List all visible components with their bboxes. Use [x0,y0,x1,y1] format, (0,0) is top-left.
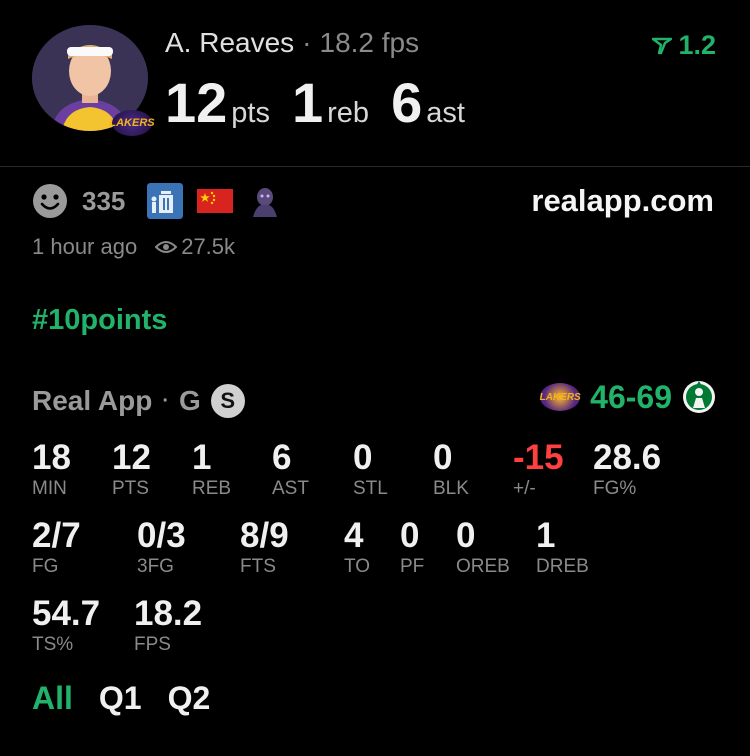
tab-q1[interactable]: Q1 [99,680,142,717]
stat-ast: 6 AST [272,440,309,500]
starter-badge: S [210,384,245,418]
stat-blk: 0 BLK [433,440,469,500]
stat-value: 1 [536,516,556,555]
stat-fts: 8/9 FTS [240,518,289,578]
statline-ast-value: 6 [391,71,423,134]
stat-reb: 1 REB [192,440,231,500]
stat-fg-pct: 28.6 FG% [593,440,661,500]
stat-label: FG% [593,478,637,499]
stat-oreb: 0 OREB [456,518,510,578]
stat-value: 18 [32,438,71,477]
stat-label: FG [32,556,59,577]
stat-label: FPS [134,634,171,655]
stat-stl: 0 STL [353,440,388,500]
stat-label: TO [344,556,371,577]
stat-value: 1 [192,438,212,477]
china-flag-reaction-icon[interactable] [197,183,234,219]
stat-min: 18 MIN [32,440,71,500]
stat-value: -15 [513,438,564,477]
stat-value: 0 [353,438,373,477]
stats-source-row: Real App · G S [32,384,245,418]
stat-pts: 12 PTS [112,440,151,500]
stat-value: 2/7 [32,516,81,555]
views: 27.5k [155,234,235,260]
period-tabs: All Q1 Q2 [32,680,210,717]
stats-source: Real App [32,385,153,416]
statline-ast-unit: ast [426,97,465,129]
reaction-count[interactable]: 335 [82,186,125,217]
post-meta: 1 hour ago 27.5k [32,234,235,260]
stat-label: MIN [32,478,67,499]
stat-value: 12 [112,438,151,477]
stat-plus-minus: -15 +/- [513,440,564,500]
stat-value: 0/3 [137,516,186,555]
stat-value: 0 [400,516,420,555]
source-site-link[interactable]: realapp.com [531,183,714,219]
stat-ts-pct: 54.7 TS% [32,596,100,656]
score-delta[interactable]: 1.2 [652,30,716,61]
character-reaction-icon[interactable] [247,183,284,219]
stat-label: AST [272,478,309,499]
game-score[interactable]: LAKERS 46-69 [540,378,716,416]
separator-dot: · [302,27,312,58]
hashtag-link[interactable]: #10points [32,304,167,337]
real-logo-icon [652,37,673,54]
lakers-logo-text: LAKERS [539,391,581,403]
stat-value: 54.7 [32,594,101,633]
stat-pf: 0 PF [400,518,424,578]
stat-label: OREB [456,556,510,577]
trash-reaction-icon[interactable] [147,183,184,219]
stat-fps: 18.2 FPS [134,596,202,656]
stat-label: DREB [536,556,589,577]
score-delta-value: 1.2 [678,30,716,60]
statline-reb-value: 1 [291,71,324,134]
statline-reb-unit: reb [327,97,370,129]
reaction-row: 335 [32,183,284,219]
stat-label: PF [400,556,425,577]
stat-fg: 2/7 FG [32,518,81,578]
player-fps: 18.2 fps [319,27,420,58]
stat-label: TS% [32,634,74,655]
stat-value: 8/9 [240,516,289,555]
stat-label: BLK [433,478,469,499]
header-divider [0,166,750,167]
tab-all[interactable]: All [32,680,73,717]
stat-label: FTS [240,556,276,577]
stat-value: 18.2 [134,594,203,633]
stat-label: 3FG [137,556,174,577]
statline-pts-value: 12 [165,71,228,134]
stat-label: STL [353,478,388,499]
statline-pts-unit: pts [231,97,270,129]
stat-label: +/- [513,478,536,499]
stat-value: 0 [433,438,453,477]
eye-icon [155,241,178,253]
player-position: G [178,385,201,416]
lakers-logo-icon: LAKERS [539,383,581,411]
player-name[interactable]: A. Reaves [165,27,294,58]
celtics-logo-icon [683,381,715,413]
player-statline: 12 pts 1 reb 6 ast [165,70,487,135]
team-logo-badge: LAKERS [109,110,155,136]
stat-value: 6 [272,438,292,477]
stat-label: PTS [112,478,149,499]
stat-value: 4 [344,516,364,555]
stat-value: 28.6 [593,438,662,477]
stat-to: 4 TO [344,518,370,578]
separator-dot: · [162,389,169,412]
stat-dreb: 1 DREB [536,518,589,578]
stat-value: 0 [456,516,476,555]
team-logo-text: LAKERS [109,117,155,129]
time-ago: 1 hour ago [32,234,138,259]
game-score-value: 46-69 [590,378,672,415]
stat-label: REB [192,478,232,499]
tab-q2[interactable]: Q2 [168,680,211,717]
view-count: 27.5k [181,234,236,259]
stat-3fg: 0/3 3FG [137,518,186,578]
player-header[interactable]: A. Reaves · 18.2 fps [165,27,419,59]
smile-reaction-icon[interactable] [32,183,68,219]
